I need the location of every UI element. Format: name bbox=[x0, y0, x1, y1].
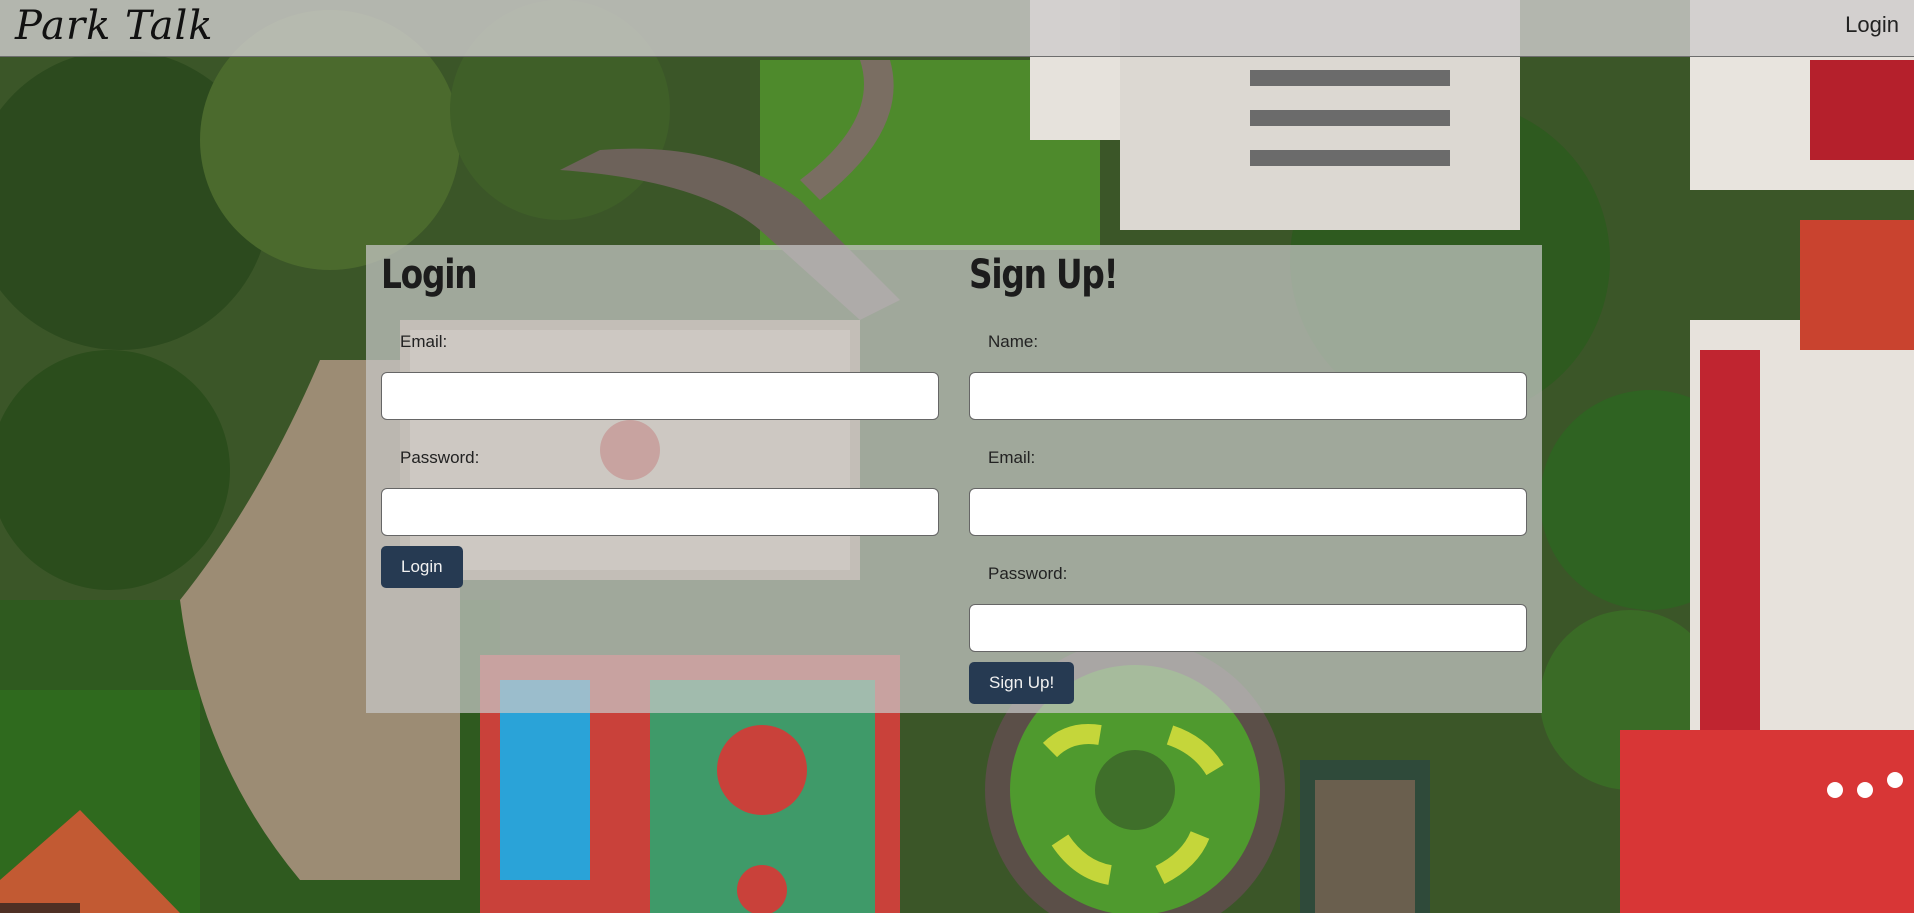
signup-name-label: Name: bbox=[988, 332, 1039, 351]
auth-panel: Login Email: Password: Login Sign Up! Na… bbox=[366, 245, 1542, 713]
login-password-label: Password: bbox=[400, 448, 480, 467]
signup-title: Sign Up! bbox=[969, 252, 1119, 298]
photo-credit-strip bbox=[0, 903, 80, 913]
login-email-label: Email: bbox=[400, 332, 448, 351]
signup-email-label: Email: bbox=[988, 448, 1036, 467]
login-password-input[interactable] bbox=[381, 488, 939, 536]
signup-submit-button[interactable]: Sign Up! bbox=[969, 662, 1075, 704]
signup-name-input[interactable] bbox=[969, 372, 1527, 420]
signup-email-input[interactable] bbox=[969, 488, 1527, 536]
login-email-input[interactable] bbox=[381, 372, 939, 420]
signup-password-input[interactable] bbox=[969, 604, 1527, 652]
signup-password-label: Password: bbox=[988, 564, 1068, 583]
nav-login-link[interactable]: Login bbox=[1845, 12, 1899, 38]
brand-logo[interactable]: Park Talk bbox=[15, 0, 214, 52]
login-submit-button[interactable]: Login bbox=[381, 546, 463, 588]
login-title: Login bbox=[381, 252, 478, 298]
top-navbar: Park Talk Login bbox=[0, 0, 1914, 57]
